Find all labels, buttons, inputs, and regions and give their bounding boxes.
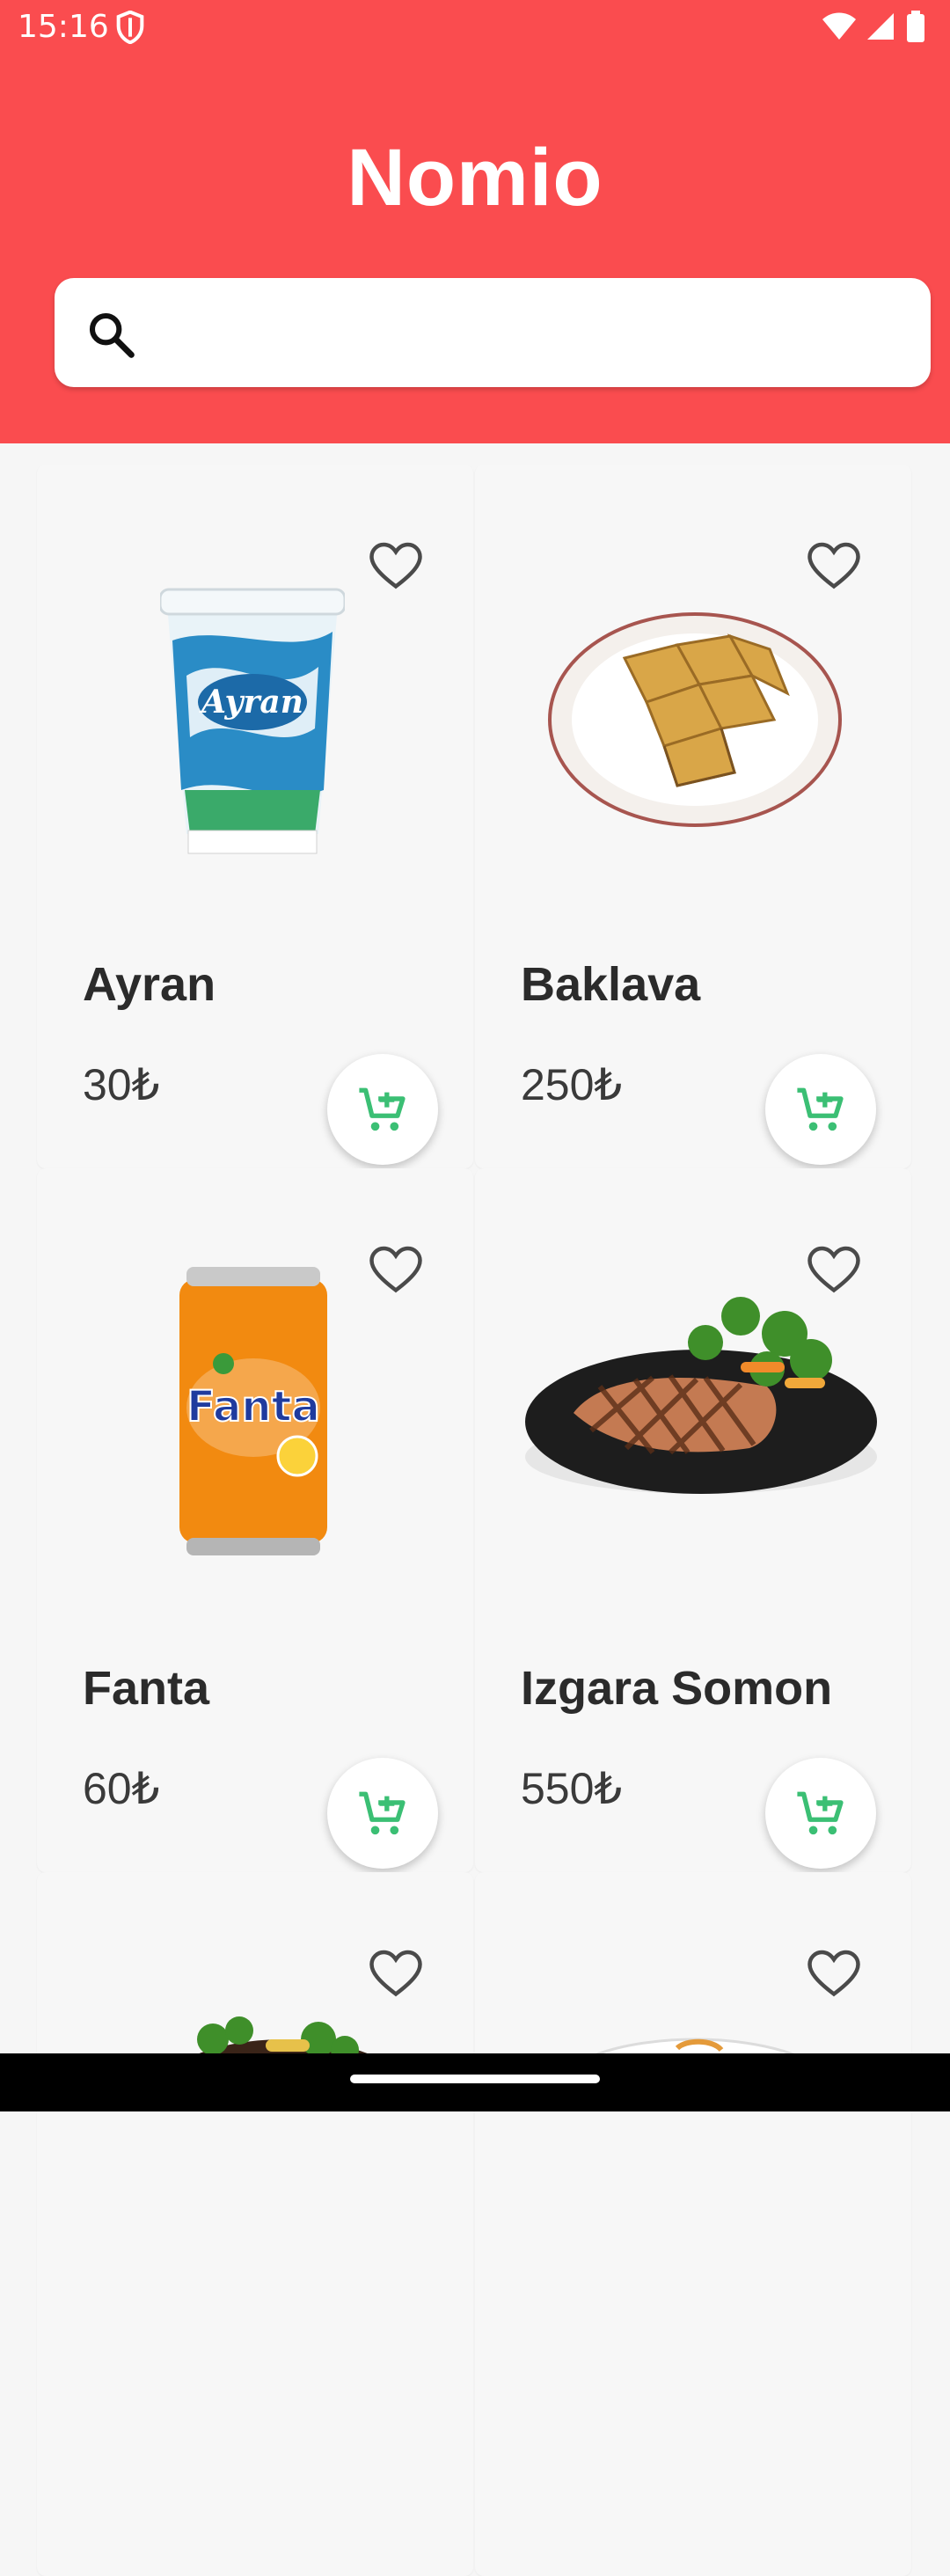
fanta-can-image: Fanta xyxy=(179,1267,327,1555)
product-card-izgara-somon[interactable]: Izgara Somon 550₺ xyxy=(475,1168,911,1872)
status-time: 15:16 xyxy=(18,9,109,45)
heart-icon[interactable] xyxy=(369,1950,422,1999)
product-name: Baklava xyxy=(521,958,701,1011)
add-to-cart-button[interactable] xyxy=(765,1758,876,1869)
search-input[interactable] xyxy=(151,297,911,370)
heart-icon[interactable] xyxy=(808,542,860,591)
product-price: 60₺ xyxy=(83,1764,160,1813)
product-name: Ayran xyxy=(83,958,216,1011)
svg-text:Ayran: Ayran xyxy=(199,684,303,721)
product-card-fanta[interactable]: Fanta Fanta 60₺ xyxy=(37,1168,473,1872)
ayran-cup-image: Ayran xyxy=(160,588,345,854)
add-cart-icon xyxy=(797,1791,844,1835)
heart-icon[interactable] xyxy=(369,542,422,591)
search-icon xyxy=(89,312,135,358)
add-cart-icon xyxy=(359,1791,406,1835)
shield-icon xyxy=(116,11,144,44)
grilled-salmon-image xyxy=(525,1297,877,1494)
product-card-baklava[interactable]: Baklava 250₺ xyxy=(475,465,911,1168)
product-price: 30₺ xyxy=(83,1060,160,1109)
product-card-partial[interactable] xyxy=(37,1872,473,2576)
app-title: Nomio xyxy=(347,133,603,223)
app-header: 15:16 Nomio xyxy=(0,0,950,443)
svg-text:Fanta: Fanta xyxy=(186,1382,320,1431)
product-card-partial[interactable] xyxy=(475,1872,911,2576)
product-card-ayran[interactable]: Ayran Ayran 30₺ xyxy=(37,465,473,1168)
product-price: 550₺ xyxy=(521,1764,623,1813)
add-cart-icon xyxy=(359,1087,406,1131)
status-bar: 15:16 xyxy=(0,0,950,56)
system-nav-bar xyxy=(0,2053,950,2111)
product-name: Izgara Somon xyxy=(521,1662,833,1715)
add-to-cart-button[interactable] xyxy=(765,1054,876,1165)
add-cart-icon xyxy=(797,1087,844,1131)
product-price: 250₺ xyxy=(521,1060,623,1109)
wifi-icon xyxy=(822,12,856,40)
status-icons xyxy=(822,11,925,42)
add-to-cart-button[interactable] xyxy=(327,1758,438,1869)
heart-icon[interactable] xyxy=(808,1950,860,1999)
baklava-plate-image xyxy=(548,612,842,827)
search-bar[interactable] xyxy=(55,278,931,387)
add-to-cart-button[interactable] xyxy=(327,1054,438,1165)
signal-icon xyxy=(867,13,894,40)
home-gesture-handle[interactable] xyxy=(350,2075,600,2083)
heart-icon[interactable] xyxy=(369,1246,422,1295)
product-name: Fanta xyxy=(83,1662,210,1715)
battery-icon xyxy=(907,11,924,42)
